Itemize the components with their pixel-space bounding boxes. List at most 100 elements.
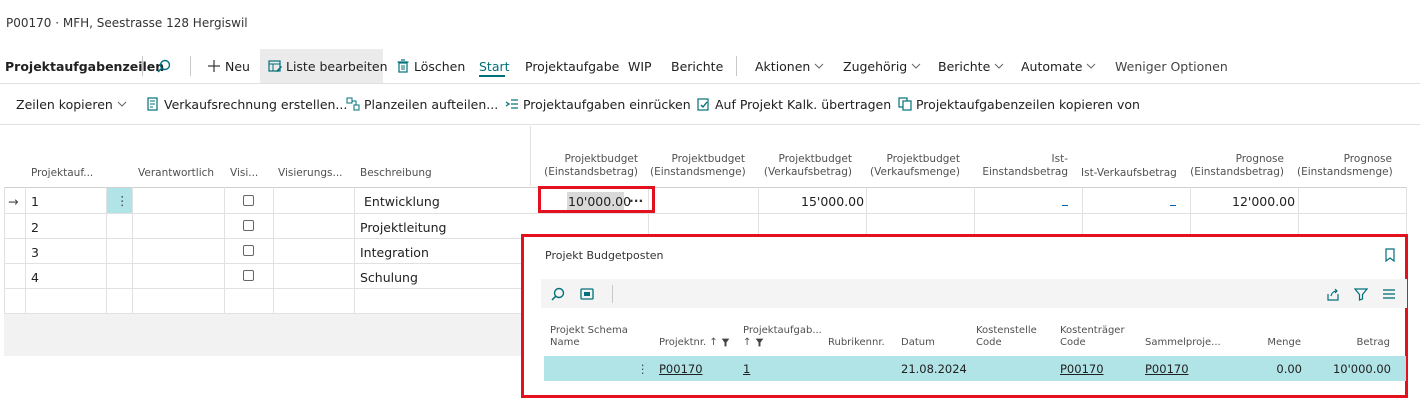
col-header-responsible[interactable]: Verantwortlich bbox=[138, 167, 214, 180]
menu-label: Zugehörig bbox=[843, 59, 908, 74]
visi-checkbox[interactable] bbox=[243, 195, 254, 206]
tab-wip[interactable]: WIP bbox=[628, 59, 652, 74]
col-header-kostentraeger[interactable]: Kostenträger Code bbox=[1060, 325, 1125, 349]
plus-icon bbox=[207, 59, 221, 73]
filter-icon bbox=[755, 338, 764, 347]
menu-zugehoerig[interactable]: Zugehörig bbox=[843, 59, 921, 74]
new-label: Neu bbox=[224, 59, 250, 74]
col-header-kostenstelle[interactable]: Kostenstelle Code bbox=[976, 325, 1037, 349]
header-line-2: ↑ bbox=[743, 337, 822, 349]
description-cell[interactable]: Projektleitung bbox=[360, 220, 446, 235]
search-icon[interactable] bbox=[157, 59, 171, 73]
description-cell[interactable]: Entwicklung bbox=[364, 194, 440, 209]
row-menu-button[interactable]: ⋮ bbox=[107, 188, 132, 213]
row-menu-icon[interactable]: ⋮ bbox=[637, 362, 649, 376]
create-invoice-button[interactable]: Verkaufsrechnung erstellen... bbox=[146, 97, 347, 112]
task-no-cell[interactable]: 1 bbox=[31, 194, 39, 209]
header-line: Projektaufgab... bbox=[743, 325, 822, 336]
split-lines-button[interactable]: Planzeilen aufteilen... bbox=[346, 97, 498, 112]
col-header-task-no[interactable]: Projektauf... bbox=[31, 167, 93, 180]
current-row-marker: → bbox=[8, 194, 19, 209]
visi-checkbox[interactable] bbox=[243, 270, 254, 281]
header-line: Name bbox=[550, 337, 580, 348]
col-line bbox=[758, 187, 759, 234]
tab-berichte[interactable]: Berichte bbox=[671, 59, 723, 74]
edit-list-button[interactable]: Liste bearbeiten bbox=[268, 59, 388, 74]
list-view-icon[interactable] bbox=[1382, 287, 1396, 301]
menu-automate[interactable]: Automate bbox=[1021, 59, 1096, 74]
header-line: Code bbox=[976, 337, 1002, 348]
delete-button[interactable]: Löschen bbox=[396, 59, 465, 74]
col-header-sammel[interactable]: Sammelproje... bbox=[1145, 337, 1221, 349]
filter-icon bbox=[721, 338, 730, 347]
menu-aktionen[interactable]: Aktionen bbox=[755, 59, 824, 74]
col-header-budget-salesqty[interactable]: Projektbudget (Verkaufsmenge) bbox=[865, 153, 960, 179]
copy-lines-menu[interactable]: Zeilen kopieren bbox=[16, 97, 127, 112]
col-header-visierung[interactable]: Visierungs... bbox=[278, 167, 343, 180]
col-header-vis[interactable]: Visi... bbox=[230, 167, 258, 180]
task-no-cell[interactable]: 3 bbox=[31, 245, 39, 260]
new-button[interactable]: Neu bbox=[207, 59, 250, 74]
row-menu-icon: ⋮ bbox=[116, 193, 129, 208]
chevron-down-icon bbox=[814, 59, 824, 69]
filter-icon[interactable] bbox=[1353, 287, 1369, 301]
edit-list-icon bbox=[268, 59, 282, 73]
menu-berichte[interactable]: Berichte bbox=[938, 59, 1004, 74]
actual-sales-link[interactable] bbox=[1170, 205, 1176, 206]
header-line: Prognose bbox=[1343, 153, 1392, 165]
col-header-aufgabe[interactable]: Projektaufgab... ↑ bbox=[743, 325, 822, 349]
col-header-datum[interactable]: Datum bbox=[901, 337, 935, 349]
copy-icon bbox=[898, 97, 912, 111]
projekt-nr-cell[interactable]: P00170 bbox=[659, 362, 703, 376]
sammel-cell[interactable]: P00170 bbox=[1145, 362, 1189, 376]
col-header-schema[interactable]: Projekt Schema Name bbox=[550, 325, 628, 349]
fewer-options-button[interactable]: Weniger Optionen bbox=[1115, 59, 1228, 74]
header-line: Code bbox=[1060, 337, 1086, 348]
col-line bbox=[273, 187, 274, 314]
copy-lines-label: Zeilen kopieren bbox=[16, 97, 113, 112]
panel-toolbar bbox=[541, 279, 1407, 308]
row-line bbox=[4, 238, 530, 239]
actual-cost-link[interactable] bbox=[1062, 205, 1068, 206]
col-header-budget-cost[interactable]: Projektbudget (Einstandsbetrag) bbox=[543, 153, 638, 179]
share-icon[interactable] bbox=[1326, 287, 1340, 301]
separator bbox=[142, 56, 143, 76]
indent-button[interactable]: Projektaufgaben einrücken bbox=[505, 97, 691, 112]
header-line: Kostenstelle bbox=[976, 325, 1037, 336]
description-cell[interactable]: Schulung bbox=[360, 270, 418, 285]
col-header-forecast-cost[interactable]: Prognose (Einstandsbetrag) bbox=[1189, 153, 1284, 179]
row-line bbox=[4, 213, 1407, 214]
kostentraeger-cell[interactable]: P00170 bbox=[1060, 362, 1104, 376]
col-line bbox=[1190, 187, 1191, 234]
col-header-budget-qty[interactable]: Projektbudget (Einstandsmenge) bbox=[650, 153, 746, 179]
bookmark-icon[interactable] bbox=[1383, 248, 1397, 263]
task-no-cell[interactable]: 2 bbox=[31, 220, 39, 235]
col-header-rubrik[interactable]: Rubrikennr. bbox=[828, 337, 885, 349]
visi-checkbox[interactable] bbox=[243, 220, 254, 231]
forecast-cost-cell[interactable]: 12'000.00 bbox=[1232, 194, 1295, 209]
search-icon[interactable] bbox=[551, 287, 565, 301]
col-header-description[interactable]: Beschreibung bbox=[360, 167, 432, 180]
col-header-projekt-nr[interactable]: Projektnr. ↑ bbox=[659, 337, 730, 349]
column-divider bbox=[530, 126, 531, 186]
task-no-cell[interactable]: 4 bbox=[31, 270, 39, 285]
separator bbox=[612, 285, 613, 303]
col-header-budget-sales[interactable]: Projektbudget (Verkaufsbetrag) bbox=[757, 153, 852, 179]
tab-projektaufgabe[interactable]: Projektaufgabe bbox=[525, 59, 619, 74]
budget-sales-cell[interactable]: 15'000.00 bbox=[801, 194, 864, 209]
col-header-betrag[interactable]: Betrag bbox=[1330, 337, 1390, 349]
col-header-actual-cost[interactable]: Ist- Einstandsbetrag bbox=[973, 153, 1068, 179]
aufgabe-cell[interactable]: 1 bbox=[743, 362, 750, 376]
description-cell[interactable]: Integration bbox=[360, 245, 429, 260]
copy-from-button[interactable]: Projektaufgabenzeilen kopieren von bbox=[898, 97, 1140, 112]
visi-checkbox[interactable] bbox=[243, 245, 254, 256]
col-header-forecast-sales[interactable]: Prognose (Einstandsmenge) bbox=[1297, 153, 1393, 179]
col-header-actual-sales[interactable]: Ist-Verkaufsbetrag bbox=[1081, 167, 1177, 180]
indent-label: Projektaufgaben einrücken bbox=[522, 97, 691, 112]
col-line bbox=[1082, 187, 1083, 234]
transfer-button[interactable]: Auf Projekt Kalk. übertragen bbox=[697, 97, 891, 112]
col-header-menge[interactable]: Menge bbox=[1240, 337, 1301, 349]
tab-start[interactable]: Start bbox=[479, 59, 510, 74]
edit-list-icon[interactable] bbox=[580, 287, 594, 301]
betrag-cell: 10'000.00 bbox=[1332, 362, 1391, 376]
